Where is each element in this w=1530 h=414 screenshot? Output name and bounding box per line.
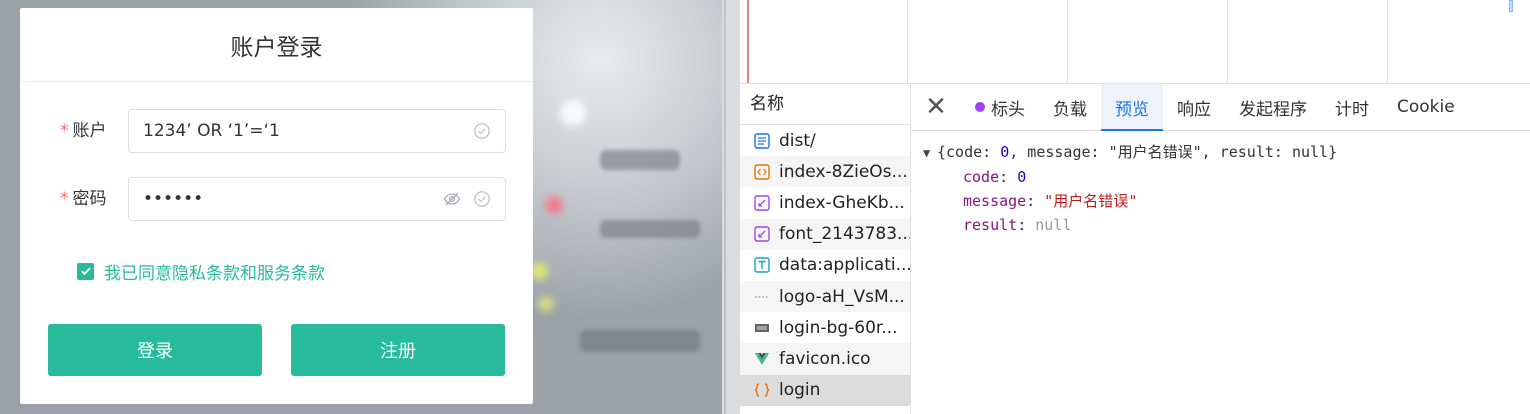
request-list: 名称 dist/ index-8ZieOs... index-GheKb... … [740, 84, 911, 414]
tab-preview[interactable]: 预览 [1101, 84, 1163, 131]
expand-triangle-icon[interactable]: ▼ [923, 141, 937, 165]
required-mark: * [60, 121, 69, 141]
login-title: 账户登录 [20, 8, 533, 82]
tab-response[interactable]: 响应 [1163, 84, 1225, 130]
name-column-header[interactable]: 名称 [740, 84, 910, 125]
request-row[interactable]: index-8ZieOs... [740, 156, 910, 188]
check-circle-icon [474, 123, 490, 139]
account-input-value[interactable]: 1234’ OR ‘1’=‘1 [143, 110, 280, 152]
check-circle-icon [474, 191, 490, 207]
password-label: * 密码 [60, 189, 107, 209]
account-row: * 账户 1234’ OR ‘1’=‘1 [20, 109, 533, 153]
request-row[interactable]: font_2143783... [740, 218, 910, 250]
background-light-dot [545, 196, 563, 214]
login-button[interactable]: 登录 [48, 324, 262, 376]
timeline-marker [747, 0, 749, 83]
json-property: code: 0 [963, 168, 1027, 186]
font-icon [754, 226, 770, 242]
account-input[interactable]: 1234’ OR ‘1’=‘1 [128, 109, 506, 153]
request-row[interactable]: logo-aH_VsM... [740, 280, 910, 313]
agreement-text[interactable]: 我已同意隐私条款和服务条款 [104, 259, 325, 284]
background-light-dot [560, 100, 586, 126]
text-icon [754, 257, 770, 274]
json-property: message: "用户名错误" [963, 192, 1138, 210]
tab-cookies[interactable]: Cookie [1383, 84, 1469, 130]
request-row[interactable]: data:applicati... [740, 250, 910, 281]
password-input-value[interactable]: •••••• [143, 178, 203, 220]
image-icon [755, 295, 769, 298]
devtools-panel: 名称 dist/ index-8ZieOs... index-GheKb... … [740, 0, 1530, 414]
account-label: * 账户 [60, 121, 107, 141]
tab-headers[interactable]: 标头 [961, 84, 1039, 130]
login-card: 账户登录 * 账户 1234’ OR ‘1’=‘1 * 密码 •••••• 我已同意… [20, 8, 533, 404]
timeline-bar [1509, 0, 1513, 12]
json-property: result: null [963, 216, 1072, 234]
preview-panel: ▼ {code: 0, message: "用户名错误", result: nul… [923, 140, 1337, 237]
request-row[interactable]: index-GheKb... [740, 187, 910, 218]
stylesheet-icon [754, 195, 770, 211]
panel-divider[interactable] [722, 0, 740, 414]
request-row[interactable]: dist/ [740, 125, 910, 156]
agreement-checkbox[interactable] [77, 262, 94, 280]
password-input[interactable]: •••••• [128, 177, 506, 221]
close-icon[interactable]: ✕ [911, 84, 961, 130]
network-timeline[interactable] [740, 0, 1530, 84]
required-mark: * [60, 189, 69, 209]
tab-timing[interactable]: 计时 [1321, 84, 1383, 130]
request-row[interactable]: login-bg-60r... [740, 312, 910, 343]
script-icon [754, 164, 770, 180]
vue-icon [755, 352, 769, 365]
image-icon [755, 323, 769, 332]
password-row: * 密码 •••••• [20, 177, 533, 221]
request-row-selected[interactable]: login [740, 374, 910, 406]
background-shape [600, 150, 680, 170]
background-shape [600, 220, 700, 238]
background-light-dot [538, 296, 554, 312]
detail-tabs: ✕ 标头 负载 预览 响应 发起程序 计时 Cookie [911, 84, 1530, 131]
json-summary[interactable]: ▼ {code: 0, message: "用户名错误", result: nul… [923, 140, 1337, 165]
tab-initiator[interactable]: 发起程序 [1225, 84, 1321, 130]
tab-payload[interactable]: 负载 [1039, 84, 1101, 130]
dot-icon [975, 102, 985, 112]
fetch-icon [754, 383, 770, 397]
request-row[interactable]: favicon.ico [740, 343, 910, 375]
agreement-row[interactable]: 我已同意隐私条款和服务条款 [77, 259, 325, 284]
document-icon [754, 132, 770, 149]
eye-hidden-icon[interactable] [443, 190, 461, 208]
background-shape [580, 330, 700, 352]
login-background: 账户登录 * 账户 1234’ OR ‘1’=‘1 * 密码 •••••• 我已同意… [0, 0, 722, 414]
checkmark-icon [80, 267, 91, 276]
register-button[interactable]: 注册 [291, 324, 505, 376]
